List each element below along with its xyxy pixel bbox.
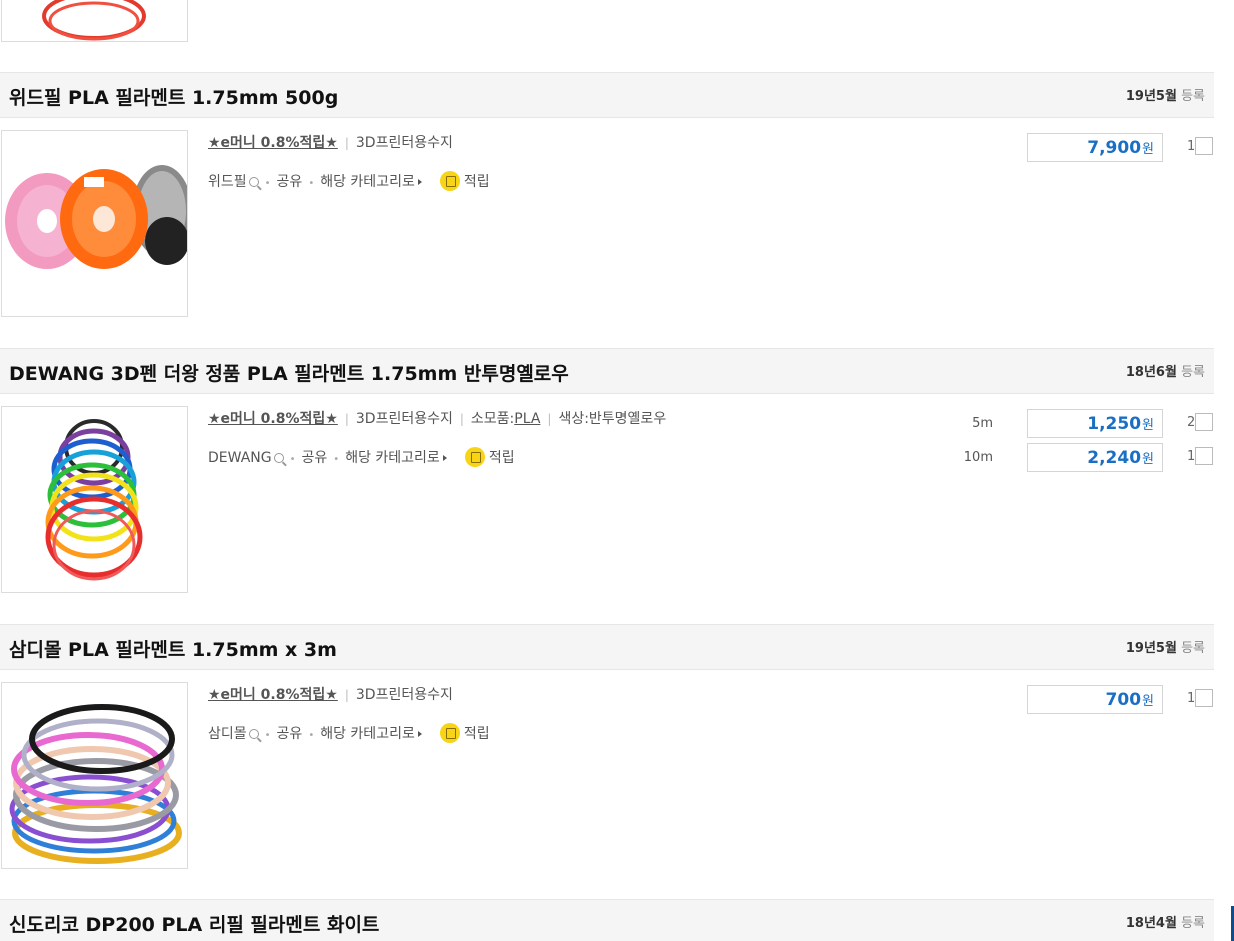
share-link[interactable]: 공유 [277,726,303,742]
category-link[interactable]: 해당 카테고리로 [320,174,415,190]
registration-date: 19년5월 등록 [1126,637,1205,656]
registration-date: 18년4월 등록 [1126,912,1205,931]
product-title[interactable]: 신도리코 DP200 PLA 리필 필라멘트 화이트 [9,910,379,937]
product-thumbnail-partial[interactable] [1,0,188,42]
compare-checkbox[interactable] [1195,413,1213,431]
registration-month: 18년4월 [1125,916,1177,931]
option-label: 5m [972,416,993,431]
product-title-bar: 위드필 PLA 필라멘트 1.75mm 500g 19년5월 등록 [0,72,1214,118]
price-value: 7,900 [1087,138,1142,158]
price-unit: 원 [1142,452,1154,467]
registration-label: 등록 [1181,89,1205,104]
product-title-bar: DEWANG 3D펜 더왕 정품 PLA 필라멘트 1.75mm 반투명옐로우 … [0,348,1214,394]
search-icon[interactable] [248,177,259,187]
product-title[interactable]: DEWANG 3D펜 더왕 정품 PLA 필라멘트 1.75mm 반투명옐로우 [9,359,569,386]
product-title-bar: 삼디몰 PLA 필라멘트 1.75mm x 3m 19년5월 등록 [0,624,1214,670]
compare-checkbox[interactable] [1195,689,1213,707]
price-unit: 원 [1142,418,1154,433]
share-link[interactable]: 공유 [277,174,303,190]
price-box[interactable]: 700원 [1027,685,1163,714]
option-label: 10m [963,450,993,465]
price-option: 7,900원 1 [0,133,1214,162]
registration-label: 등록 [1181,641,1205,656]
product-list: 위드필 PLA 필라멘트 1.75mm 500g 19년5월 등록 ★e머니 0… [0,0,1234,941]
price-unit: 원 [1142,142,1154,157]
price-box[interactable]: 7,900원 [1027,133,1163,162]
registration-date: 18년6월 등록 [1126,361,1205,380]
search-icon[interactable] [248,729,259,739]
price-value: 2,240 [1087,448,1142,468]
coin-icon [439,723,460,743]
compare-checkbox[interactable] [1195,447,1213,465]
category-link[interactable]: 해당 카테고리로 [320,726,415,742]
registration-month: 18년6월 [1125,365,1177,380]
product-title[interactable]: 위드필 PLA 필라멘트 1.75mm 500g [9,83,338,110]
price-box[interactable]: 1,250원 [1027,409,1163,438]
product-title-bar: 신도리코 DP200 PLA 리필 필라멘트 화이트 18년4월 등록 [0,899,1214,941]
registration-month: 19년5월 [1125,641,1177,656]
price-box[interactable]: 2,240원 [1027,443,1163,472]
coin-icon [439,171,460,191]
registration-month: 19년5월 [1125,89,1177,104]
price-option: 700원 1 [0,685,1214,714]
reward-label: 적립 [463,726,490,742]
price-value: 1,250 [1087,414,1142,434]
registration-label: 등록 [1181,916,1205,931]
arrow-right-icon [417,731,422,737]
price-option: 5m 1,250원 2 [0,409,1214,438]
price-unit: 원 [1142,694,1154,709]
registration-label: 등록 [1181,365,1205,380]
registration-date: 19년5월 등록 [1126,85,1205,104]
price-option: 10m 2,240원 1 [0,443,1214,472]
arrow-right-icon [417,179,422,185]
product-title[interactable]: 삼디몰 PLA 필라멘트 1.75mm x 3m [9,635,337,662]
price-value: 700 [1105,690,1142,710]
brand-link[interactable]: 위드필 [208,174,247,190]
brand-link[interactable]: 삼디몰 [208,726,247,742]
reward-label: 적립 [463,174,490,190]
compare-checkbox[interactable] [1195,137,1213,155]
